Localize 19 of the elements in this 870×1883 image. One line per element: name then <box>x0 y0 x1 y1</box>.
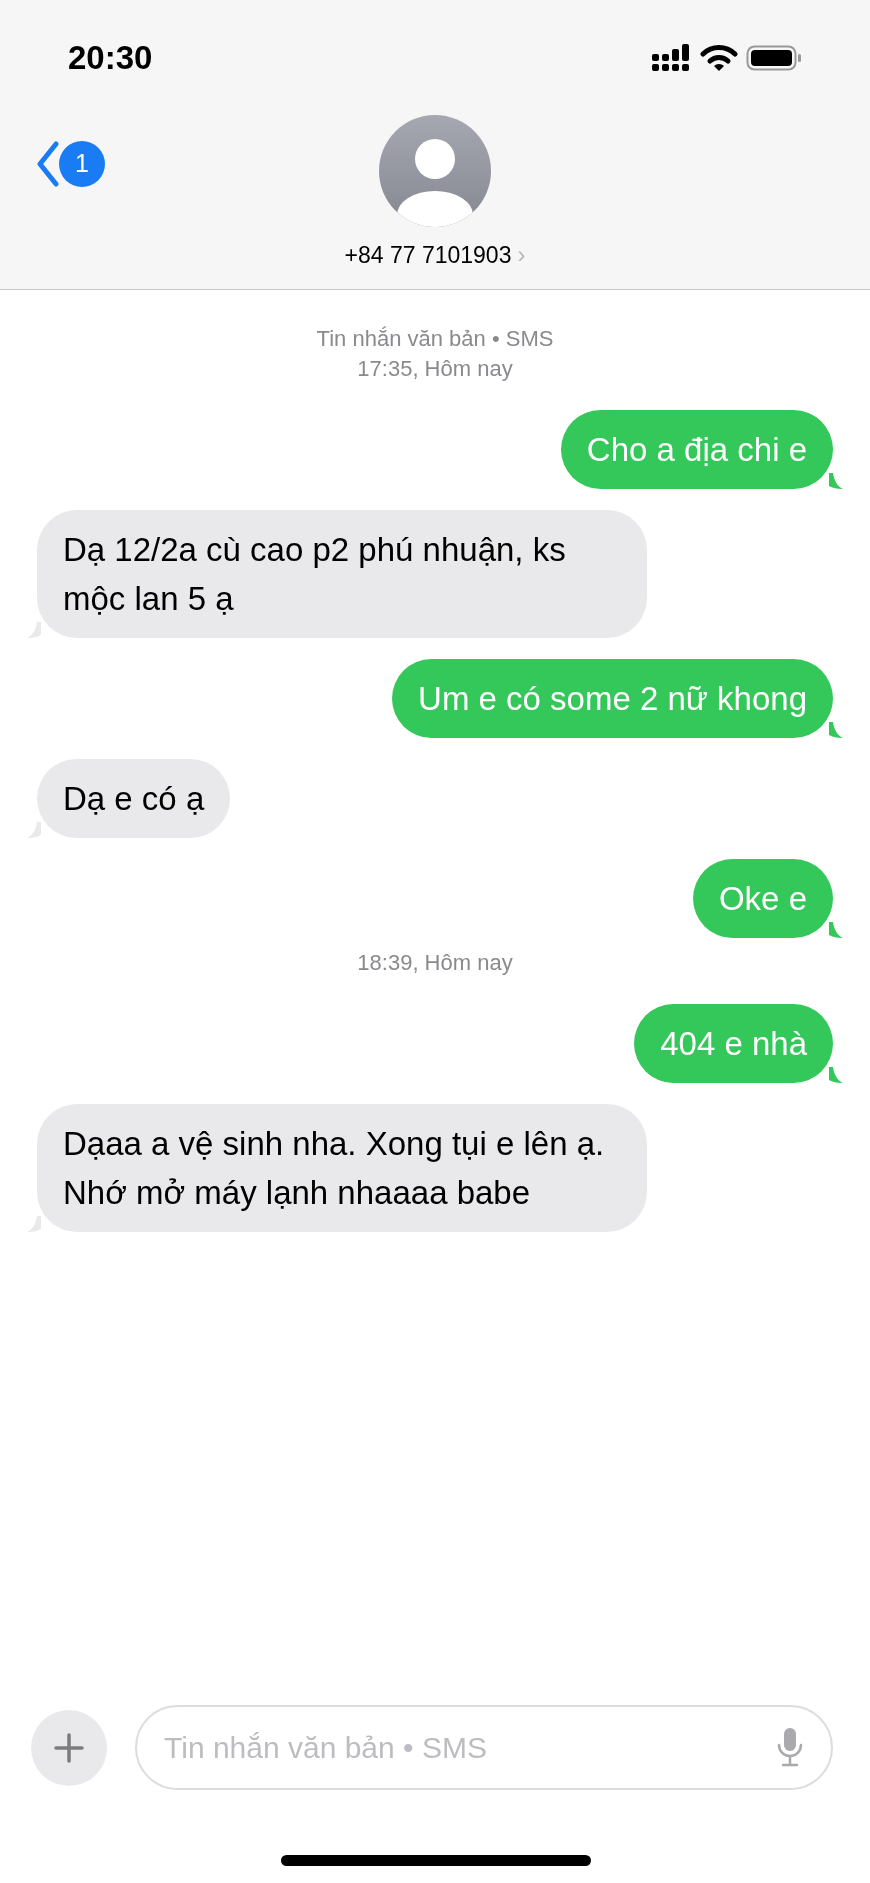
timestamp-label: 18:39, Hôm nay <box>357 949 513 977</box>
plus-icon <box>54 1732 84 1763</box>
contact-avatar-icon <box>379 115 491 227</box>
contact-name-link[interactable]: +84 77 7101903 › <box>344 237 526 273</box>
back-chevron-icon <box>36 141 60 187</box>
timestamp-label: Tin nhắn văn bản • SMS <box>316 325 554 353</box>
bubble-tail <box>829 473 843 489</box>
timestamp-label: 17:35, Hôm nay <box>357 355 513 383</box>
back-button[interactable]: 1 <box>36 141 105 187</box>
status-time: 20:30 <box>68 38 153 78</box>
wifi-icon <box>700 43 738 72</box>
signal-icon <box>652 43 692 72</box>
battery-icon <box>746 43 802 72</box>
bubble-tail <box>829 722 843 738</box>
bubble-tail <box>829 1067 843 1083</box>
microphone-icon <box>777 1727 803 1767</box>
message-input-field[interactable]: Tin nhắn văn bản • SMS <box>135 1705 833 1790</box>
unread-badge: 1 <box>59 141 105 187</box>
bubble-tail <box>829 922 843 938</box>
